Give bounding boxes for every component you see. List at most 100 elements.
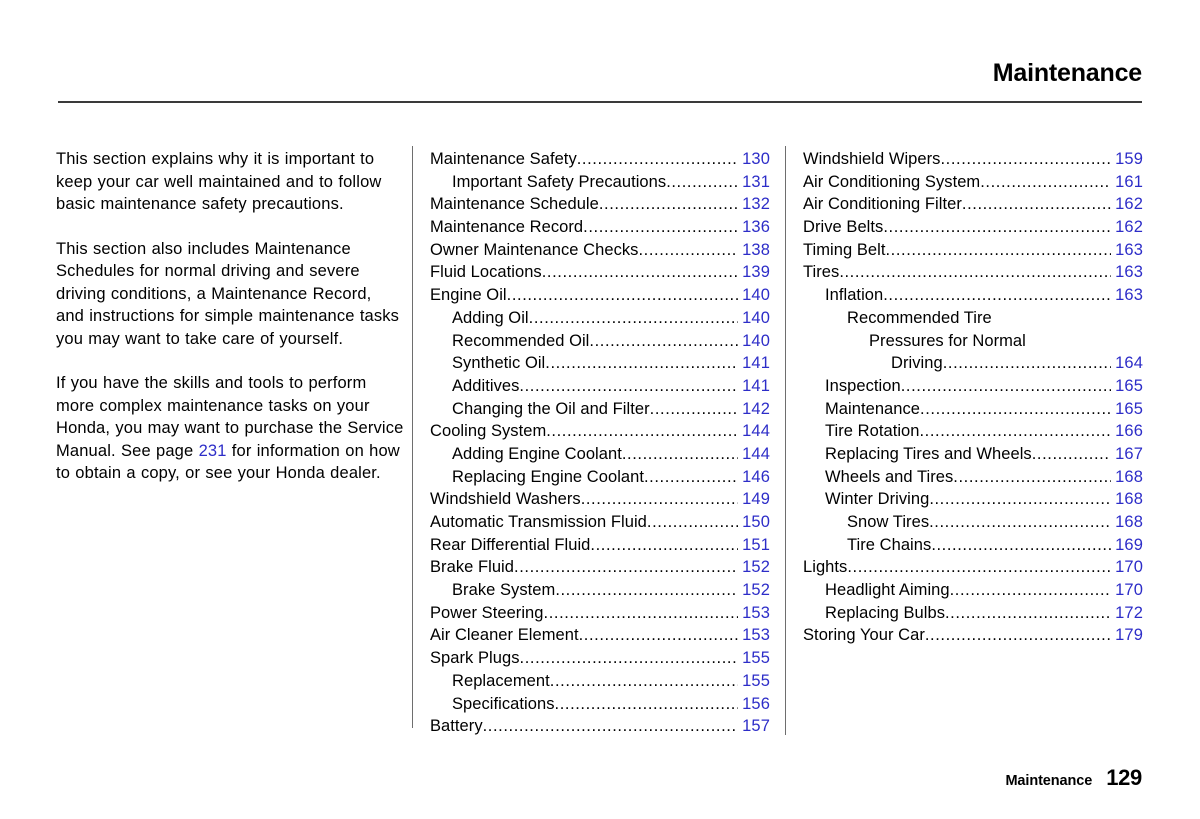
toc-entry[interactable]: Storing Your Car........................… bbox=[803, 624, 1143, 647]
toc-entry-page-number: 163 bbox=[1115, 263, 1143, 282]
toc-entry[interactable]: Synthetic Oil...........................… bbox=[430, 352, 770, 375]
toc-leader-dots: ........................................… bbox=[883, 286, 1111, 305]
toc-entry[interactable]: Windshield Washers......................… bbox=[430, 488, 770, 511]
toc-entry-label: Headlight Aiming bbox=[825, 581, 950, 600]
toc-entry-label: Windshield Wipers bbox=[803, 150, 941, 168]
toc-entry[interactable]: Owner Maintenance Checks................… bbox=[430, 239, 770, 262]
toc-entry-label: Battery bbox=[430, 717, 483, 736]
toc-entry[interactable]: Wheels and Tires........................… bbox=[803, 466, 1143, 489]
toc-entry[interactable]: Rear Differential Fluid.................… bbox=[430, 534, 770, 557]
toc-entry[interactable]: Maintenance Schedule....................… bbox=[430, 193, 770, 216]
toc-entry[interactable]: Driving.................................… bbox=[803, 352, 1143, 375]
toc-entry-page-number: 179 bbox=[1115, 626, 1143, 645]
toc-entry[interactable]: Maintenance Safety......................… bbox=[430, 148, 770, 171]
toc-leader-dots: ........................................… bbox=[919, 422, 1112, 441]
toc-entry-page-number: 162 bbox=[1115, 218, 1143, 237]
toc-entry[interactable]: Important Safety Precautions............… bbox=[430, 171, 770, 194]
toc-entry-page-number: 144 bbox=[742, 444, 770, 463]
toc-entry-label: Maintenance Record bbox=[430, 218, 584, 237]
toc-entry-label: Snow Tires bbox=[847, 513, 930, 531]
footer-section-label: Maintenance bbox=[1005, 773, 1093, 789]
page-title: Maintenance bbox=[992, 59, 1142, 87]
toc-leader-dots: ........................................… bbox=[543, 603, 738, 622]
toc-leader-dots: ........................................… bbox=[961, 195, 1111, 214]
toc-entry-page-number: 131 bbox=[742, 172, 770, 191]
toc-entry[interactable]: Battery.................................… bbox=[430, 715, 770, 738]
toc-entry[interactable]: Pressures for Normal....................… bbox=[803, 330, 1143, 353]
inline-page-reference[interactable]: 231 bbox=[199, 442, 227, 460]
toc-entry[interactable]: Maintenance Record......................… bbox=[430, 216, 770, 239]
toc-entry-page-number: 165 bbox=[1115, 399, 1143, 418]
toc-entry-page-number: 165 bbox=[1115, 376, 1143, 395]
toc-entry[interactable]: Inflation...............................… bbox=[803, 284, 1143, 307]
toc-entry-page-number: 141 bbox=[742, 376, 770, 395]
toc-entry-page-number: 172 bbox=[1115, 603, 1143, 622]
toc-leader-dots: ........................................… bbox=[578, 626, 738, 645]
toc-leader-dots: ........................................… bbox=[528, 308, 738, 327]
toc-leader-dots: ........................................… bbox=[847, 558, 1111, 577]
toc-entry[interactable]: Tire Chains.............................… bbox=[803, 534, 1143, 557]
toc-entry-label: Maintenance Safety bbox=[430, 150, 577, 168]
toc-entry[interactable]: Maintenance.............................… bbox=[803, 398, 1143, 421]
toc-entry[interactable]: Brake System............................… bbox=[430, 579, 770, 602]
toc-entry[interactable]: Fluid Locations.........................… bbox=[430, 261, 770, 284]
toc-entry-page-number: 168 bbox=[1115, 490, 1143, 509]
toc-entry-label: Adding Oil bbox=[452, 308, 529, 327]
toc-entry[interactable]: Windshield Wipers.......................… bbox=[803, 148, 1143, 171]
toc-entry[interactable]: Engine Oil..............................… bbox=[430, 284, 770, 307]
toc-entry[interactable]: Drive Belts.............................… bbox=[803, 216, 1143, 239]
toc-leader-dots: ........................................… bbox=[541, 263, 738, 282]
toc-entry[interactable]: Spark Plugs.............................… bbox=[430, 647, 770, 670]
toc-entry[interactable]: Replacing Engine Coolant................… bbox=[430, 466, 770, 489]
toc-leader-dots: ........................................… bbox=[885, 240, 1111, 259]
toc-entry-label: Rear Differential Fluid bbox=[430, 535, 591, 554]
toc-entry[interactable]: Cooling System..........................… bbox=[430, 420, 770, 443]
toc-entry[interactable]: Air Conditioning Filter.................… bbox=[803, 193, 1143, 216]
toc-entry[interactable]: Tire Rotation...........................… bbox=[803, 420, 1143, 443]
toc-entry-label: Power Steering bbox=[430, 603, 544, 622]
toc-entry[interactable]: Power Steering..........................… bbox=[430, 602, 770, 625]
toc-entry-label: Pressures for Normal bbox=[869, 331, 1026, 350]
toc-leader-dots: ........................................… bbox=[942, 354, 1111, 373]
toc-entry-page-number: 163 bbox=[1115, 286, 1143, 305]
toc-leader-dots: ........................................… bbox=[519, 376, 738, 395]
toc-entry[interactable]: Specifications..........................… bbox=[430, 693, 770, 716]
toc-leader-dots: ........................................… bbox=[482, 717, 738, 736]
toc-entry-page-number: 155 bbox=[742, 649, 770, 668]
toc-list-1: Maintenance Safety......................… bbox=[430, 148, 770, 738]
toc-entry[interactable]: Tires...................................… bbox=[803, 261, 1143, 284]
toc-entry[interactable]: Winter Driving..........................… bbox=[803, 488, 1143, 511]
toc-leader-dots: ........................................… bbox=[980, 172, 1111, 191]
toc-entry-label: Timing Belt bbox=[803, 240, 886, 259]
toc-entry[interactable]: Replacing Tires and Wheels..............… bbox=[803, 443, 1143, 466]
toc-entry[interactable]: Replacement.............................… bbox=[430, 670, 770, 693]
toc-entry[interactable]: Replacing Bulbs.........................… bbox=[803, 602, 1143, 625]
toc-entry[interactable]: Additives...............................… bbox=[430, 375, 770, 398]
toc-entry-page-number: 140 bbox=[742, 286, 770, 305]
toc-entry-label: Cooling System bbox=[430, 422, 547, 441]
toc-entry[interactable]: Changing the Oil and Filter.............… bbox=[430, 398, 770, 421]
toc-leader-dots: ........................................… bbox=[590, 535, 738, 554]
column-divider-1 bbox=[412, 146, 413, 728]
toc-entry[interactable]: Air Conditioning System.................… bbox=[803, 171, 1143, 194]
toc-entry[interactable]: Brake Fluid.............................… bbox=[430, 556, 770, 579]
toc-leader-dots: ........................................… bbox=[1031, 444, 1111, 463]
toc-entry[interactable]: Snow Tires..............................… bbox=[803, 511, 1143, 534]
toc-entry-page-number: 163 bbox=[1115, 240, 1143, 259]
toc-entry[interactable]: Timing Belt.............................… bbox=[803, 239, 1143, 262]
toc-entry-label: Automatic Transmission Fluid bbox=[430, 513, 647, 531]
toc-entry[interactable]: Inspection..............................… bbox=[803, 375, 1143, 398]
toc-entry[interactable]: Headlight Aiming........................… bbox=[803, 579, 1143, 602]
toc-entry[interactable]: Adding Oil..............................… bbox=[430, 307, 770, 330]
intro-paragraph: If you have the skills and tools to perf… bbox=[56, 374, 404, 482]
toc-entry[interactable]: Recommended Tire........................… bbox=[803, 307, 1143, 330]
toc-leader-dots: ........................................… bbox=[583, 218, 738, 237]
toc-leader-dots: ........................................… bbox=[920, 399, 1111, 418]
toc-entry-page-number: 167 bbox=[1115, 444, 1143, 463]
toc-entry[interactable]: Lights..................................… bbox=[803, 556, 1143, 579]
toc-entry[interactable]: Recommended Oil.........................… bbox=[430, 330, 770, 353]
toc-entry[interactable]: Adding Engine Coolant...................… bbox=[430, 443, 770, 466]
toc-entry[interactable]: Air Cleaner Element.....................… bbox=[430, 624, 770, 647]
toc-entry[interactable]: Automatic Transmission Fluid............… bbox=[430, 511, 770, 534]
toc-entry-page-number: 155 bbox=[742, 671, 770, 690]
